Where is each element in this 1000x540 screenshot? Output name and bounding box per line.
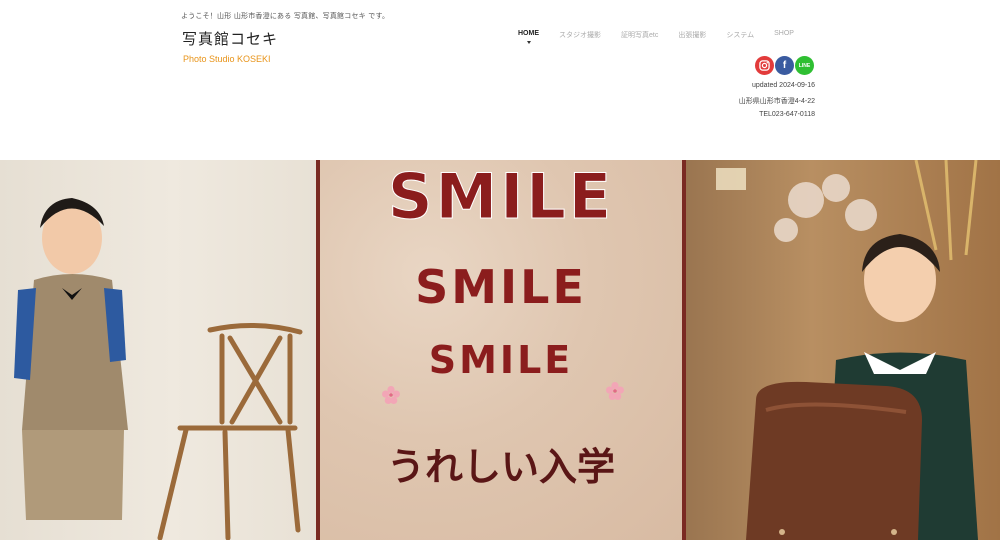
line-icon[interactable]: LINE <box>795 56 814 75</box>
phone-number[interactable]: TEL023-647-0118 <box>759 111 815 118</box>
facebook-icon[interactable]: f <box>775 56 794 75</box>
hero-banner: SMILE SMILE SMILE うれしい入学 <box>0 160 1000 540</box>
updated-date: updated 2024-09-16 <box>751 82 815 89</box>
nav-item-system[interactable]: システム <box>716 30 764 40</box>
smile-heading-medium: SMILE <box>415 260 587 314</box>
address: 山形県山形市香澄4-4-22 <box>738 98 815 105</box>
nav-item-id-photo[interactable]: 証明写真etc <box>611 30 668 40</box>
site-logo[interactable]: 写真館コセキ <box>182 28 278 49</box>
instagram-icon[interactable] <box>755 56 774 75</box>
smile-banner: SMILE SMILE SMILE うれしい入学 <box>316 160 686 540</box>
photo-boy-with-chair <box>0 160 316 540</box>
smile-heading-large: SMILE <box>387 160 615 234</box>
cherry-blossom-icon <box>606 382 624 400</box>
site-tagline: ようこそ！山形 山形市香澄にある 写真館、写真館コセキ です。 <box>181 12 390 20</box>
nav-item-studio[interactable]: スタジオ撮影 <box>549 30 611 40</box>
nav-item-on-location[interactable]: 出張撮影 <box>668 30 716 40</box>
nav-item-home[interactable]: HOME <box>508 30 549 44</box>
hero-title: うれしい入学 <box>386 445 615 489</box>
nav-item-shop[interactable]: SHOP <box>764 30 804 40</box>
main-nav: HOME スタジオ撮影 証明写真etc 出張撮影 システム SHOP <box>508 30 804 44</box>
cherry-blossom-icon <box>382 386 400 404</box>
photo-girl-with-randoseru <box>686 160 1000 540</box>
site-logo-english: Photo Studio KOSEKI <box>183 54 271 64</box>
smile-heading-small: SMILE <box>428 338 574 382</box>
social-links: f LINE <box>755 56 814 75</box>
